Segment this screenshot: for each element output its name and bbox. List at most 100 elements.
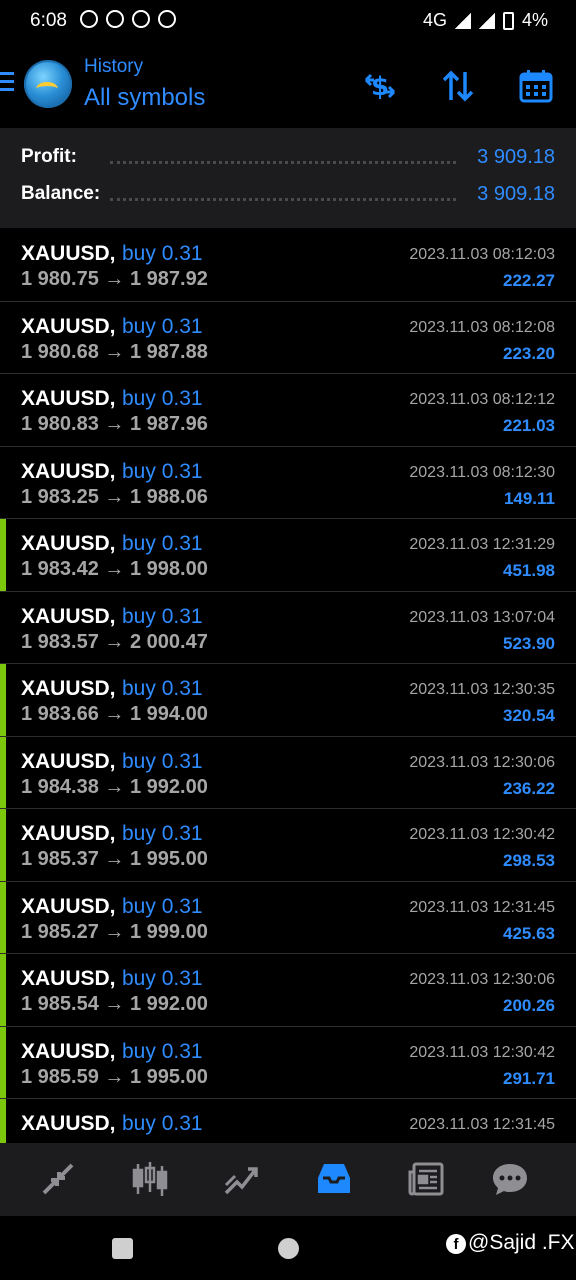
- calendar-icon[interactable]: [516, 66, 556, 106]
- balance-label: Balance:: [21, 183, 101, 204]
- trade-prices: 1 983.66 → 1 994.00: [21, 703, 208, 725]
- trade-symbol: XAUUSD,: [21, 677, 116, 700]
- dotted-leader: [110, 198, 456, 201]
- trade-symbol: XAUUSD,: [21, 459, 116, 483]
- menu-icon[interactable]: [0, 72, 14, 92]
- app-icon: [132, 10, 150, 28]
- trade-datetime: 2023.11.03 12:31:45: [409, 898, 555, 916]
- trade-symbol: XAUUSD,: [21, 1039, 116, 1063]
- timer-icon: [158, 10, 176, 28]
- trade-row[interactable]: XAUUSD, buy 0.31 1 980.83 → 1 987.96 2023.1…: [0, 374, 576, 447]
- svg-text:$: $: [371, 72, 389, 102]
- chat-icon[interactable]: [490, 1159, 530, 1199]
- trade-profit: 298.53: [503, 851, 555, 870]
- summary-panel: Profit: 3 909.18 Balance: 3 909.18: [0, 128, 576, 228]
- app-header: History All symbols $: [0, 42, 576, 128]
- dotted-leader: [110, 161, 456, 164]
- trade-side: buy 0.31: [122, 242, 203, 265]
- trade-row[interactable]: XAUUSD, buy 0.31 1 983.25 → 1 988.06 2023.1…: [0, 447, 576, 519]
- trade-datetime: 2023.11.03 13:07:04: [409, 608, 555, 626]
- recent-apps-button[interactable]: [112, 1238, 133, 1259]
- trade-row[interactable]: XAUUSD, buy 0.31 1 985.27 → 1 999.00 2023.1…: [0, 881, 576, 954]
- trade-profit: 222.27: [503, 271, 555, 290]
- trade-side: buy 0.31: [122, 967, 203, 990]
- trade-symbol: XAUUSD,: [21, 387, 116, 410]
- trade-row[interactable]: XAUUSD, buy 0.31 2023.11.03 12:31:45: [0, 1099, 576, 1143]
- trade-symbol: XAUUSD,: [21, 1112, 116, 1135]
- trade-datetime: 2023.11.03 08:12:08: [409, 318, 555, 336]
- trade-side: buy 0.31: [122, 459, 203, 483]
- profit-value: 3 909.18: [477, 146, 555, 168]
- trade-row[interactable]: XAUUSD, buy 0.31 1 985.54 → 1 992.00 2023.1…: [0, 954, 576, 1027]
- trade-list[interactable]: XAUUSD, buy 0.31 1 980.75 → 1 987.92 2023.1…: [0, 229, 576, 1143]
- trade-profit: 221.03: [503, 416, 555, 435]
- trade-symbol: XAUUSD,: [21, 822, 116, 845]
- trade-prices: 1 985.37 → 1 995.00: [21, 848, 208, 870]
- trade-prices: 1 980.75 → 1 987.92: [21, 268, 208, 290]
- system-nav: f @Sajid .FX: [0, 1216, 576, 1280]
- trade-side: buy 0.31: [122, 387, 203, 410]
- status-time: 6:08: [30, 10, 67, 31]
- trade-prices: 1 983.57 → 2 000.47: [21, 630, 208, 653]
- trade-datetime: 2023.11.03 12:30:35: [409, 681, 555, 698]
- trade-datetime: 2023.11.03 12:31:45: [409, 1116, 555, 1133]
- bottom-nav: [0, 1143, 576, 1216]
- trade-symbol: XAUUSD,: [21, 604, 116, 628]
- trade-side: buy 0.31: [122, 894, 203, 918]
- trade-row[interactable]: XAUUSD, buy 0.31 1 983.42 → 1 998.00 2023.1…: [0, 519, 576, 592]
- trade-profit: 223.20: [503, 343, 555, 363]
- trade-marker: [0, 809, 6, 881]
- trade-prices: 1 985.59 → 1 995.00: [21, 1065, 208, 1088]
- trade-marker: [0, 954, 6, 1026]
- history-icon[interactable]: [314, 1159, 354, 1199]
- trade-symbol: XAUUSD,: [21, 532, 116, 555]
- trade-row[interactable]: XAUUSD, buy 0.31 1 985.59 → 1 995.00 2023.1…: [0, 1026, 576, 1099]
- trade-row[interactable]: XAUUSD, buy 0.31 1 980.68 → 1 987.88 2023.1…: [0, 302, 576, 374]
- trade-datetime: 2023.11.03 12:30:42: [409, 826, 555, 843]
- trade-profit: 236.22: [503, 778, 555, 798]
- trade-datetime: 2023.11.03 12:30:06: [409, 971, 555, 988]
- facebook-icon: f: [446, 1234, 466, 1254]
- chart-icon[interactable]: [130, 1159, 170, 1199]
- trade-symbol: XAUUSD,: [21, 894, 116, 918]
- header-title[interactable]: All symbols: [84, 84, 205, 112]
- trade-symbol: XAUUSD,: [21, 242, 116, 265]
- trade-marker: [0, 881, 6, 953]
- network-label: 4G: [422, 10, 447, 30]
- trade-side: buy 0.31: [122, 604, 203, 628]
- trade-profit: 320.54: [503, 706, 555, 725]
- status-right: 4G 4%: [423, 10, 548, 31]
- trade-prices: 1 983.25 → 1 988.06: [21, 485, 208, 508]
- signal-icon: [454, 12, 471, 29]
- currency-icon[interactable]: $: [360, 66, 400, 106]
- trade-side: buy 0.31: [122, 749, 203, 773]
- trade-row[interactable]: XAUUSD, buy 0.31 1 980.75 → 1 987.92 2023.1…: [0, 229, 576, 302]
- alert-icon: [106, 10, 124, 28]
- trade-row[interactable]: XAUUSD, buy 0.31 1 983.57 → 2 000.47 2023.1…: [0, 592, 576, 664]
- trade-row[interactable]: XAUUSD, buy 0.31 1 983.66 → 1 994.00 2023.1…: [0, 664, 576, 737]
- trade-profit: 200.26: [503, 996, 555, 1015]
- trade-row[interactable]: XAUUSD, buy 0.31 1 984.38 → 1 992.00 2023.1…: [0, 736, 576, 809]
- trade-marker: [0, 664, 6, 736]
- trade-side: buy 0.31: [122, 314, 203, 338]
- notification-icons: [80, 10, 176, 28]
- trade-icon[interactable]: [222, 1159, 262, 1199]
- header-subtitle: History: [84, 56, 144, 77]
- home-button[interactable]: [278, 1238, 299, 1259]
- trade-row[interactable]: XAUUSD, buy 0.31 1 985.37 → 1 995.00 2023.1…: [0, 809, 576, 882]
- trade-side: buy 0.31: [122, 677, 203, 700]
- trade-side: buy 0.31: [122, 822, 203, 845]
- battery-label: 4%: [521, 10, 548, 30]
- trade-marker: [0, 519, 6, 591]
- quotes-icon[interactable]: [38, 1159, 78, 1199]
- whatsapp-icon: [80, 10, 98, 28]
- profit-label: Profit:: [21, 146, 77, 167]
- sort-icon[interactable]: [438, 66, 478, 106]
- trade-datetime: 2023.11.03 12:30:42: [409, 1043, 555, 1061]
- trade-prices: 1 984.38 → 1 992.00: [21, 775, 208, 798]
- trade-prices: 1 980.83 → 1 987.96: [21, 413, 208, 435]
- profit-row: Profit: 3 909.18: [0, 146, 576, 176]
- status-bar: 6:08 4G 4%: [0, 0, 576, 42]
- trade-profit: 291.71: [503, 1068, 555, 1088]
- news-icon[interactable]: [406, 1159, 446, 1199]
